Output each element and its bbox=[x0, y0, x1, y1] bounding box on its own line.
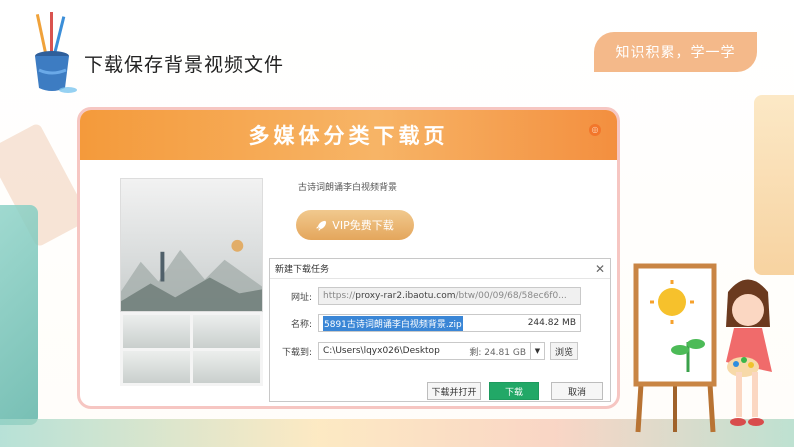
page-title: 下载保存背景视频文件 bbox=[84, 54, 285, 76]
gallery-thumbnail[interactable] bbox=[193, 350, 260, 383]
rocket-icon bbox=[316, 220, 327, 231]
url-path: /btw/00/09/68/58ec6f0... bbox=[455, 291, 567, 301]
vip-download-button[interactable]: VIP免费下载 bbox=[296, 210, 414, 240]
free-space: 剩: 24.81 GB bbox=[469, 347, 526, 358]
url-prefix: https:// bbox=[323, 291, 356, 301]
path-label: 下载到: bbox=[281, 347, 312, 358]
banner-title: 多媒体分类下载页 bbox=[248, 124, 449, 148]
gallery-thumbnail[interactable] bbox=[123, 350, 190, 383]
decorative-shape bbox=[0, 205, 38, 425]
url-host: proxy-rar2.ibaotu.com bbox=[355, 291, 456, 301]
name-label: 名称: bbox=[290, 319, 312, 330]
dialog-title: 新建下载任务 bbox=[275, 265, 330, 275]
path-dropdown-icon[interactable]: ▼ bbox=[531, 342, 545, 360]
filename-input[interactable]: 5891古诗词朗诵李白视频背景.zip 244.82 MB bbox=[318, 314, 581, 332]
url-label: 网址: bbox=[290, 292, 312, 303]
cancel-button[interactable]: 取消 bbox=[551, 382, 603, 400]
video-thumbnail[interactable] bbox=[120, 178, 263, 312]
save-path-input[interactable]: C:\Users\lqyx026\Desktop 剩: 24.81 GB bbox=[318, 342, 531, 360]
thumbnail-gallery bbox=[120, 312, 263, 386]
dialog-header: 新建下载任务 ✕ bbox=[270, 259, 610, 279]
slide-canvas: 下载保存背景视频文件 知识积累，学一学 多媒体分类下载页 ◎ 古诗词朗诵李白视频… bbox=[0, 0, 794, 447]
girl-painting-illustration bbox=[633, 263, 772, 433]
url-field[interactable]: https:// proxy-rar2.ibaotu.com /btw/00/0… bbox=[318, 287, 581, 305]
save-path-value: C:\Users\lqyx026\Desktop bbox=[323, 346, 440, 356]
dialog-close-icon[interactable]: ✕ bbox=[590, 262, 610, 276]
browse-button[interactable]: 浏览 bbox=[550, 342, 579, 360]
file-size: 244.82 MB bbox=[527, 318, 576, 328]
download-page-banner: 多媒体分类下载页 ◎ bbox=[80, 110, 617, 160]
download-and-open-button[interactable]: 下载并打开 bbox=[427, 382, 481, 400]
download-page-frame: 多媒体分类下载页 ◎ 古诗词朗诵李白视频背景 VIP免费下载 新建下载任务 ✕ … bbox=[77, 107, 620, 409]
vip-download-label: VIP免费下载 bbox=[332, 219, 394, 232]
gallery-thumbnail[interactable] bbox=[193, 315, 260, 348]
path-row: 下载到: C:\Users\lqyx026\Desktop 剩: 24.81 G… bbox=[270, 342, 579, 360]
url-row: 网址: https:// proxy-rar2.ibaotu.com /btw/… bbox=[270, 287, 581, 305]
download-button[interactable]: 下载 bbox=[489, 382, 539, 400]
knowledge-badge: 知识积累，学一学 bbox=[594, 32, 757, 72]
paint-bucket-icon bbox=[35, 12, 77, 93]
filename-value: 5891古诗词朗诵李白视频背景.zip bbox=[323, 315, 463, 331]
new-download-dialog: 新建下载任务 ✕ 网址: https:// proxy-rar2.ibaotu.… bbox=[269, 258, 611, 402]
name-row: 名称: 5891古诗词朗诵李白视频背景.zip 244.82 MB bbox=[270, 314, 581, 332]
banner-close-icon[interactable]: ◎ bbox=[589, 124, 601, 136]
resource-title: 古诗词朗诵李白视频背景 bbox=[298, 183, 398, 193]
ink-landscape-image bbox=[121, 239, 262, 311]
gallery-thumbnail[interactable] bbox=[123, 315, 190, 348]
